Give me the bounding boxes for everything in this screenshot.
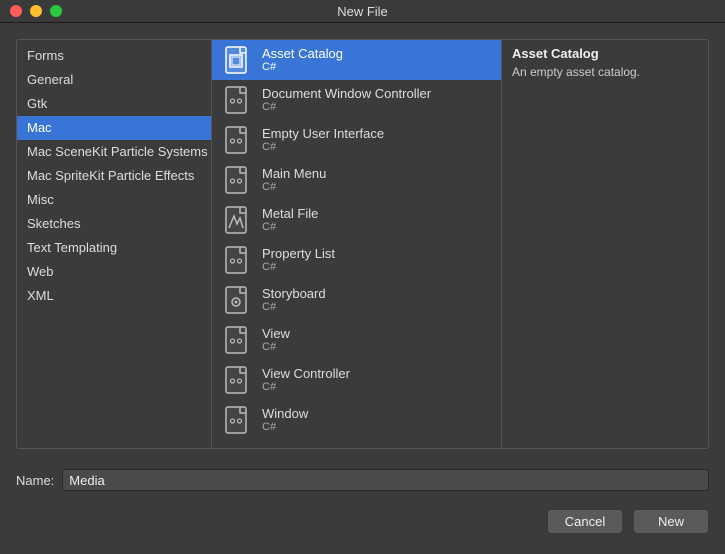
asset-catalog-icon bbox=[220, 44, 252, 76]
name-input[interactable] bbox=[62, 469, 709, 491]
file-icon bbox=[220, 84, 252, 116]
category-item[interactable]: Misc bbox=[17, 188, 211, 212]
template-subtitle: C# bbox=[262, 301, 326, 314]
template-subtitle: C# bbox=[262, 61, 343, 74]
template-title: Property List bbox=[262, 246, 335, 262]
category-item[interactable]: Text Templating bbox=[17, 236, 211, 260]
file-icon bbox=[220, 364, 252, 396]
template-title: Main Menu bbox=[262, 166, 326, 182]
storyboard-icon bbox=[220, 284, 252, 316]
category-item[interactable]: Forms bbox=[17, 44, 211, 68]
template-text: Empty User InterfaceC# bbox=[262, 126, 384, 155]
titlebar: New File bbox=[0, 0, 725, 23]
template-item[interactable]: StoryboardC# bbox=[212, 280, 501, 320]
file-icon bbox=[220, 164, 252, 196]
template-text: ViewC# bbox=[262, 326, 290, 355]
template-text: StoryboardC# bbox=[262, 286, 326, 315]
template-subtitle: C# bbox=[262, 141, 384, 154]
template-item[interactable]: ViewC# bbox=[212, 320, 501, 360]
template-subtitle: C# bbox=[262, 181, 326, 194]
template-subtitle: C# bbox=[262, 221, 318, 234]
template-item[interactable]: View ControllerC# bbox=[212, 360, 501, 400]
file-icon bbox=[220, 404, 252, 436]
file-icon bbox=[220, 244, 252, 276]
template-item[interactable]: Main MenuC# bbox=[212, 160, 501, 200]
detail-description: An empty asset catalog. bbox=[512, 65, 698, 79]
category-item[interactable]: Mac SpriteKit Particle Effects bbox=[17, 164, 211, 188]
template-item[interactable]: Document Window ControllerC# bbox=[212, 80, 501, 120]
template-subtitle: C# bbox=[262, 261, 335, 274]
template-text: Document Window ControllerC# bbox=[262, 86, 431, 115]
name-row: Name: bbox=[0, 457, 725, 491]
template-item[interactable]: Property ListC# bbox=[212, 240, 501, 280]
category-item[interactable]: Mac SceneKit Particle Systems bbox=[17, 140, 211, 164]
template-title: Empty User Interface bbox=[262, 126, 384, 142]
template-item[interactable]: WindowC# bbox=[212, 400, 501, 440]
metal-file-icon bbox=[220, 204, 252, 236]
template-subtitle: C# bbox=[262, 381, 350, 394]
detail-panel: Asset Catalog An empty asset catalog. bbox=[502, 40, 708, 448]
template-item[interactable]: Empty User InterfaceC# bbox=[212, 120, 501, 160]
file-icon bbox=[220, 124, 252, 156]
template-title: View Controller bbox=[262, 366, 350, 382]
template-title: View bbox=[262, 326, 290, 342]
template-title: Asset Catalog bbox=[262, 46, 343, 62]
template-subtitle: C# bbox=[262, 341, 290, 354]
category-item[interactable]: Mac bbox=[17, 116, 211, 140]
template-title: Document Window Controller bbox=[262, 86, 431, 102]
category-list[interactable]: FormsGeneralGtkMacMac SceneKit Particle … bbox=[17, 40, 212, 448]
category-item[interactable]: Sketches bbox=[17, 212, 211, 236]
template-item[interactable]: Metal FileC# bbox=[212, 200, 501, 240]
template-text: Metal FileC# bbox=[262, 206, 318, 235]
template-text: Property ListC# bbox=[262, 246, 335, 275]
template-title: Metal File bbox=[262, 206, 318, 222]
template-text: Main MenuC# bbox=[262, 166, 326, 195]
detail-title: Asset Catalog bbox=[512, 46, 698, 61]
template-subtitle: C# bbox=[262, 421, 308, 434]
template-item[interactable]: Asset CatalogC# bbox=[212, 40, 501, 80]
name-label: Name: bbox=[16, 473, 54, 488]
template-subtitle: C# bbox=[262, 101, 431, 114]
category-item[interactable]: General bbox=[17, 68, 211, 92]
template-text: Asset CatalogC# bbox=[262, 46, 343, 75]
category-item[interactable]: Web bbox=[17, 260, 211, 284]
template-title: Window bbox=[262, 406, 308, 422]
template-list[interactable]: Asset CatalogC#Document Window Controlle… bbox=[212, 40, 502, 448]
template-text: View ControllerC# bbox=[262, 366, 350, 395]
category-item[interactable]: XML bbox=[17, 284, 211, 308]
content-panels: FormsGeneralGtkMacMac SceneKit Particle … bbox=[16, 39, 709, 449]
button-row: Cancel New bbox=[0, 491, 725, 548]
file-icon bbox=[220, 324, 252, 356]
template-text: WindowC# bbox=[262, 406, 308, 435]
new-button[interactable]: New bbox=[633, 509, 709, 534]
window-title: New File bbox=[0, 4, 725, 19]
category-item[interactable]: Gtk bbox=[17, 92, 211, 116]
template-title: Storyboard bbox=[262, 286, 326, 302]
cancel-button[interactable]: Cancel bbox=[547, 509, 623, 534]
